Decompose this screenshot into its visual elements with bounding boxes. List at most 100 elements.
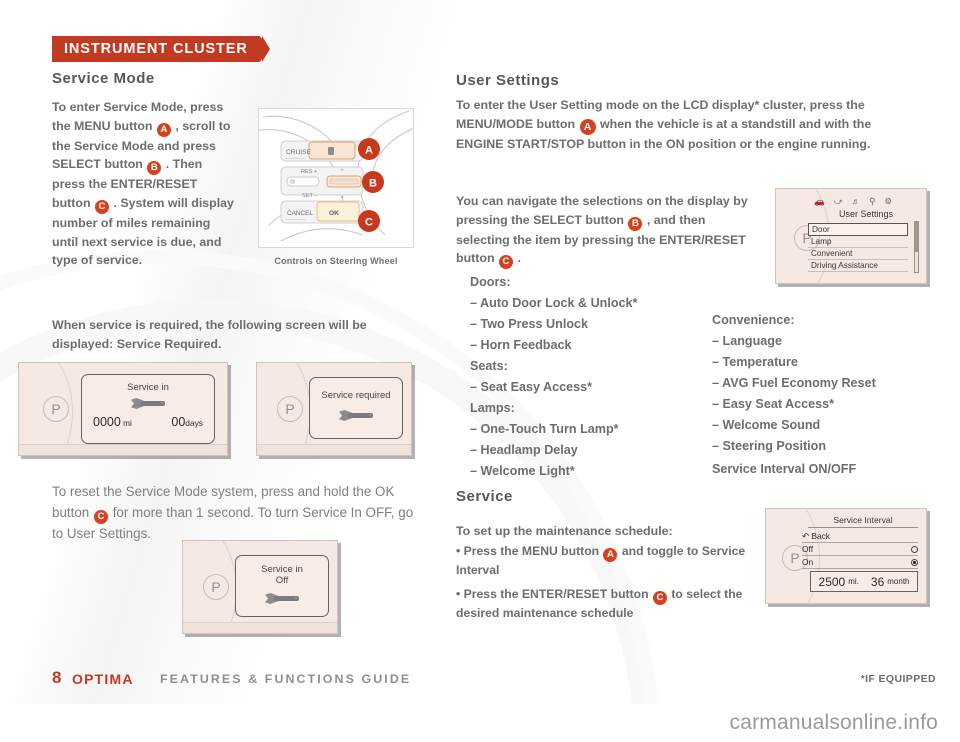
chip-b-icon: B xyxy=(628,216,643,231)
wrench-icon: ⚲ xyxy=(869,196,876,206)
footer-title: FEATURES & FUNCTIONS GUIDE xyxy=(160,672,412,686)
off-label: Off xyxy=(802,544,814,554)
chip-c-icon: C xyxy=(652,591,667,606)
service-in-days-unit: days xyxy=(185,418,203,428)
steering-wheel-caption: Controls on Steering Wheel xyxy=(274,256,398,266)
chip-a-icon: A xyxy=(603,547,618,562)
service-bullet-1: • Press the MENU button A and toggle to … xyxy=(456,543,756,579)
list-item: – Two Press Unlock xyxy=(470,317,589,331)
user-settings-title: User Settings xyxy=(838,209,894,219)
service-required-title: Service required xyxy=(321,390,391,401)
user-settings-item-lamp[interactable]: Lamp xyxy=(808,236,908,248)
watermark-text: carmanualsonline.info xyxy=(729,711,938,734)
cluster-screen: Service in Off xyxy=(235,555,329,617)
service-interval-back-row[interactable]: ↶ Back xyxy=(802,531,918,543)
cluster-service-in: P Service in 0000 mi 00days xyxy=(18,362,228,456)
bullet-2-text-1: • Press the ENTER/RESET button xyxy=(456,587,649,602)
list-item: – Language xyxy=(712,334,782,348)
cluster-bottom-bar xyxy=(183,622,337,633)
reset-instructions: To reset the Service Mode system, press … xyxy=(52,482,424,544)
cluster-user-settings: P 🚗 ⤻ ♬ ⚲ ⚙ User Settings Door Lamp Conv… xyxy=(775,188,927,284)
cancel-label: CANCEL xyxy=(287,210,313,217)
section-banner-label: INSTRUMENT CLUSTER xyxy=(64,41,248,57)
service-mode-instructions: To enter Service Mode, press the MENU bu… xyxy=(52,98,234,270)
list-item: – Seat Easy Access* xyxy=(470,380,593,394)
list-item: – Welcome Sound xyxy=(712,418,821,432)
service-in-values: 0000 mi 00days xyxy=(82,409,214,431)
svg-text:B: B xyxy=(369,178,377,190)
chip-c-icon: C xyxy=(93,509,108,524)
list-item: – Auto Door Lock & Unlock* xyxy=(470,296,638,310)
list-item: – Horn Feedback xyxy=(470,338,572,352)
list-item: – Temperature xyxy=(712,355,798,369)
res-label: RES + xyxy=(301,169,317,175)
chip-b-icon: B xyxy=(147,161,162,176)
service-in-title: Service in xyxy=(127,382,169,393)
section-banner: INSTRUMENT CLUSTER xyxy=(52,36,270,62)
service-heading: Service xyxy=(456,488,513,505)
steering-wheel-illustration: CRUISE RES + SET − ⌃ ⌄ CANCEL OK A B C xyxy=(259,110,413,242)
cluster-service-interval: P Service Interval ↶ Back Off On 2500 mi… xyxy=(765,508,927,604)
reset-text-2: for more than 1 second. To turn Service … xyxy=(52,504,414,541)
page-footer: 8 OPTIMA FEATURES & FUNCTIONS GUIDE *IF … xyxy=(0,668,960,702)
svg-text:⌃: ⌃ xyxy=(339,168,345,176)
cluster-bottom-bar xyxy=(257,444,411,455)
service-bullet-2: • Press the ENTER/RESET button C to sele… xyxy=(456,586,756,622)
service-off-title: Service in xyxy=(261,564,303,575)
settings-list-right: Convenience: – Language – Temperature – … xyxy=(712,306,927,476)
list-head-lamps: Lamps: xyxy=(470,401,515,415)
wrench-icon xyxy=(310,410,402,421)
manual-page: INSTRUMENT CLUSTER Service Mode To enter… xyxy=(0,0,960,742)
service-off-state: Off xyxy=(275,575,289,586)
cluster-service-required: P Service required xyxy=(256,362,412,456)
service-interval-note: Service Interval ON/OFF xyxy=(712,462,857,476)
scrollbar[interactable] xyxy=(914,221,919,273)
list-item: – Headlamp Delay xyxy=(470,443,578,457)
interval-months-unit: month xyxy=(887,577,910,586)
cluster-screen: Service in 0000 mi 00days xyxy=(81,374,215,444)
wrench-icon xyxy=(82,398,214,409)
service-in-days: 00 xyxy=(171,415,186,429)
chip-c-callout: C xyxy=(358,210,380,232)
page-number: 8 xyxy=(52,668,62,687)
if-equipped-note: *IF EQUIPPED xyxy=(860,673,936,685)
user-settings-instructions: To enter the User Setting mode on the LC… xyxy=(456,96,914,154)
park-indicator: P xyxy=(43,396,69,422)
chip-a-icon: A xyxy=(579,119,596,136)
steering-wheel-figure: CRUISE RES + SET − ⌃ ⌄ CANCEL OK A B C xyxy=(258,108,414,248)
radio-on-icon[interactable] xyxy=(911,558,918,566)
cluster-service-off: P Service in Off xyxy=(182,540,338,634)
service-interval-off-row[interactable]: Off xyxy=(802,544,918,556)
interval-miles: 2500 xyxy=(818,574,846,589)
list-head-seats: Seats: xyxy=(470,359,508,373)
service-required-note: When service is required, the following … xyxy=(52,318,367,351)
chip-b-callout: B xyxy=(362,171,384,193)
service-interval-on-row[interactable]: On xyxy=(802,557,918,569)
car-icon: 🚗 xyxy=(814,196,825,206)
gear-icon: ⚙ xyxy=(884,196,893,206)
service-in-miles: 0000 xyxy=(93,415,121,429)
user-settings-heading: User Settings xyxy=(456,72,560,89)
navigate-instructions: You can navigate the selections on the d… xyxy=(456,192,750,270)
back-arrow-icon: ↶ xyxy=(802,531,810,541)
user-settings-item-convenient[interactable]: Convenient xyxy=(808,248,908,260)
cluster-screen: Service required xyxy=(309,377,403,439)
chip-a-callout: A xyxy=(358,138,380,160)
svg-text:⌄: ⌄ xyxy=(339,193,345,200)
interval-months: 36 xyxy=(870,574,885,589)
user-settings-item-door[interactable]: Door xyxy=(808,223,908,236)
cluster-bottom-bar xyxy=(19,444,227,455)
service-in-miles-unit: mi xyxy=(123,418,132,428)
chip-c-icon: C xyxy=(94,199,109,214)
list-item: – Steering Position xyxy=(712,439,827,453)
service-intro: To set up the maintenance schedule: xyxy=(456,524,673,538)
list-item: – Easy Seat Access* xyxy=(712,397,835,411)
list-head-doors: Doors: xyxy=(470,275,511,289)
radio-off-icon[interactable] xyxy=(911,545,918,553)
user-settings-list: Door Lamp Convenient Driving Assistance xyxy=(808,223,908,272)
park-indicator: P xyxy=(203,574,229,600)
cruise-label: CRUISE xyxy=(286,149,312,156)
user-settings-item-driving-assistance[interactable]: Driving Assistance xyxy=(808,260,908,272)
list-item: – Welcome Light* xyxy=(470,464,575,478)
park-indicator: P xyxy=(277,396,303,422)
